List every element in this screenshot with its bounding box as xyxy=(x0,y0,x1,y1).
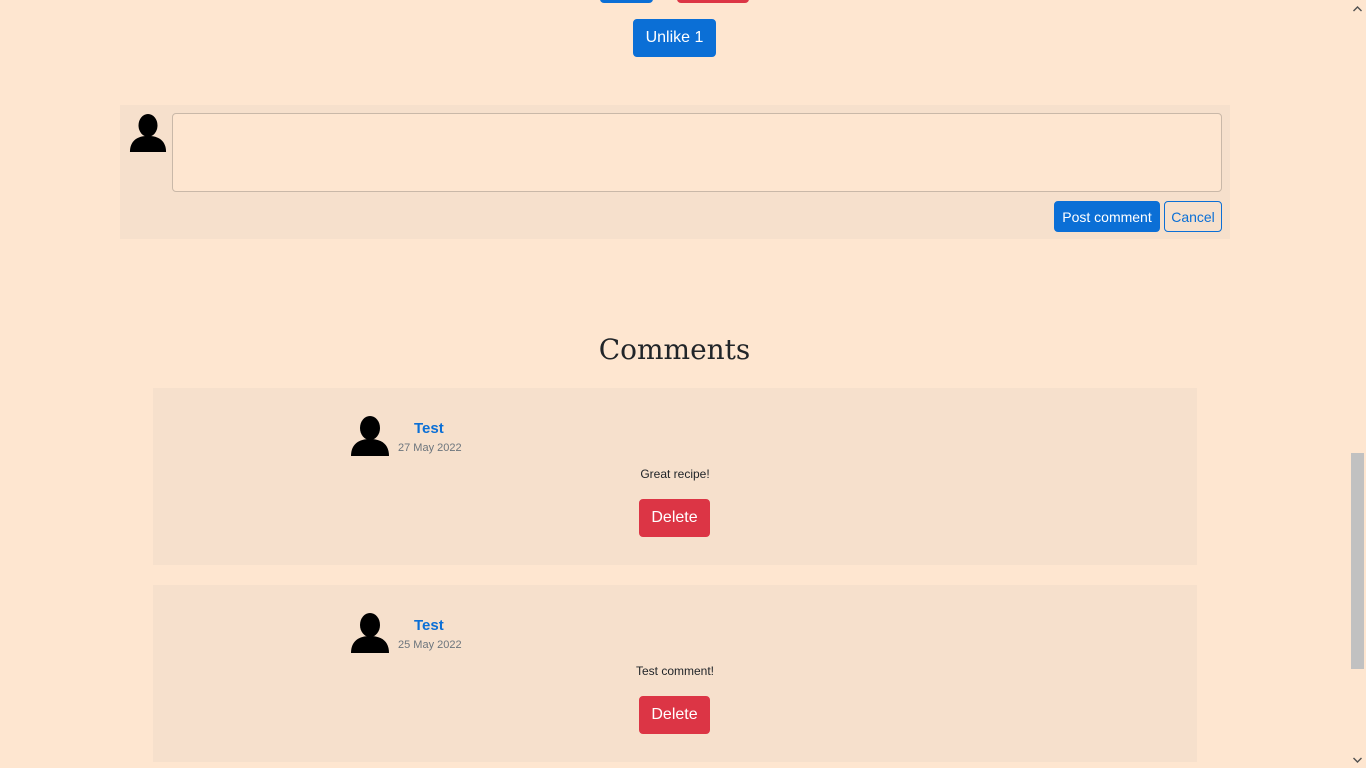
user-avatar-icon xyxy=(351,613,389,653)
comment-card: Test 27 May 2022 Great recipe! Delete xyxy=(153,388,1197,565)
user-avatar-icon xyxy=(351,416,389,456)
vertical-scrollbar[interactable] xyxy=(1349,0,1366,768)
delete-recipe-button-partial[interactable] xyxy=(677,0,749,3)
comment-card: Test 25 May 2022 Test comment! Delete xyxy=(153,585,1197,762)
comment-form: Post comment Cancel xyxy=(120,105,1230,239)
chevron-up-icon[interactable] xyxy=(1349,0,1366,17)
cancel-button[interactable]: Cancel xyxy=(1164,201,1222,232)
comment-text: Test comment! xyxy=(635,664,715,678)
page-viewport: Unlike 1 Post comment Cancel Comments Te… xyxy=(0,0,1349,768)
comment-textarea[interactable] xyxy=(172,113,1222,192)
comment-date: 27 May 2022 xyxy=(398,442,462,454)
post-comment-button[interactable]: Post comment xyxy=(1054,201,1160,232)
chevron-down-icon[interactable] xyxy=(1349,751,1366,768)
delete-comment-button[interactable]: Delete xyxy=(639,499,710,537)
user-avatar-icon xyxy=(129,114,167,152)
comment-text: Great recipe! xyxy=(640,467,710,481)
delete-comment-button[interactable]: Delete xyxy=(639,696,710,734)
comments-heading: Comments xyxy=(598,333,751,366)
unlike-button[interactable]: Unlike 1 xyxy=(633,19,716,57)
comment-author-link[interactable]: Test xyxy=(414,617,444,634)
edit-button-partial[interactable] xyxy=(600,0,653,3)
scrollbar-thumb[interactable] xyxy=(1351,453,1364,669)
comment-date: 25 May 2022 xyxy=(398,639,462,651)
comment-author-link[interactable]: Test xyxy=(414,420,444,437)
